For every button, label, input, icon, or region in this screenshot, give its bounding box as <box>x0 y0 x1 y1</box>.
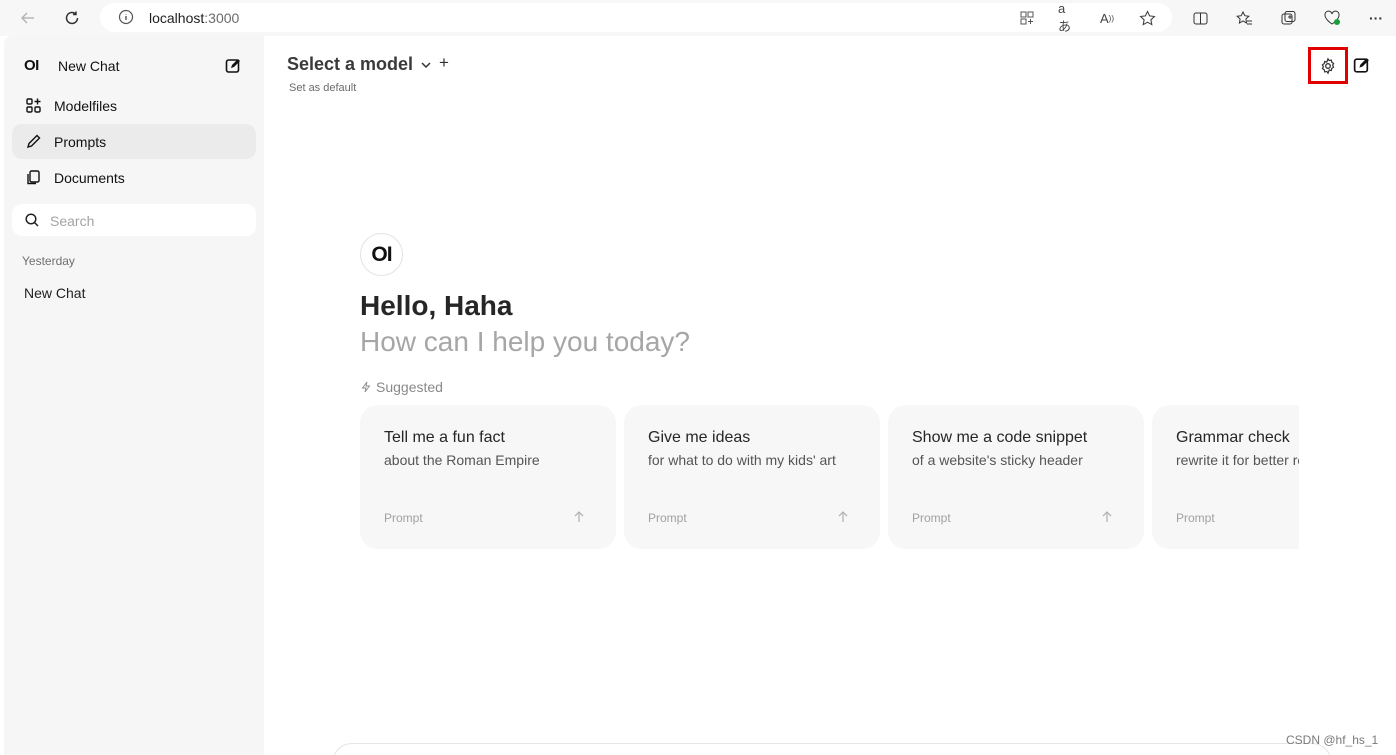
set-default-link[interactable]: Set as default <box>289 82 356 94</box>
sidebar-item-label: Prompts <box>54 134 107 150</box>
favorite-star-icon[interactable] <box>1138 9 1156 27</box>
suggestion-card[interactable]: Tell me a fun fact about the Roman Empir… <box>360 405 616 549</box>
open-webui-app: OI New Chat Modelfiles Prompts Documents… <box>4 36 1396 755</box>
sidebar-item-documents[interactable]: Documents <box>12 160 256 195</box>
suggestion-title: Give me ideas <box>648 429 751 446</box>
suggestion-tag: Prompt <box>1176 511 1215 525</box>
lightning-icon <box>361 381 371 393</box>
app-available-icon[interactable] <box>1018 9 1036 27</box>
suggestion-tag: Prompt <box>912 511 951 525</box>
reload-button[interactable] <box>60 6 84 30</box>
documents-icon <box>27 170 40 185</box>
arrow-up-icon <box>838 511 848 522</box>
translate-icon[interactable]: aあ <box>1058 1 1076 34</box>
collections-icon[interactable] <box>1277 7 1299 29</box>
message-input[interactable] <box>332 743 1332 755</box>
split-screen-icon[interactable] <box>1189 7 1211 29</box>
suggestion-subtitle: rewrite it for better readability <box>1176 452 1299 468</box>
suggestion-title: Show me a code snippet <box>912 429 1088 446</box>
suggestion-title: Grammar check <box>1176 429 1290 446</box>
favorites-icon[interactable] <box>1233 7 1255 29</box>
pencil-icon <box>26 134 41 149</box>
suggestion-subtitle: of a website's sticky header <box>912 452 1083 468</box>
logo-mini: OI <box>24 57 39 74</box>
search-input[interactable]: Search <box>12 204 256 236</box>
sidebar-item-modelfiles[interactable]: Modelfiles <box>12 88 256 123</box>
back-arrow-icon <box>20 12 34 24</box>
modelfiles-icon <box>26 98 41 113</box>
site-info-icon[interactable] <box>118 9 134 30</box>
sidebar-item-prompts[interactable]: Prompts <box>12 124 256 159</box>
browser-toolbar: localhost:3000 aあ A)) ··· <box>0 0 1396 36</box>
search-icon <box>25 213 39 227</box>
read-aloud-icon[interactable]: A)) <box>1098 9 1116 27</box>
new-chat-button[interactable]: OI New Chat <box>12 50 256 82</box>
browser-essentials-icon[interactable] <box>1321 7 1343 29</box>
app-logo: OI <box>360 233 403 276</box>
arrow-up-icon <box>574 511 584 522</box>
model-selector-label: Select a model <box>287 54 414 74</box>
compose-icon[interactable] <box>224 57 242 75</box>
suggestion-subtitle: about the Roman Empire <box>384 452 540 468</box>
greeting-heading: Hello, Haha <box>360 290 513 321</box>
sidebar-item-label: Modelfiles <box>54 98 118 114</box>
suggestion-cards: Tell me a fun fact about the Roman Empir… <box>360 405 1299 549</box>
chat-history-item[interactable]: New Chat <box>24 285 85 301</box>
chevron-down-icon[interactable] <box>419 58 433 72</box>
suggestion-card[interactable]: Show me a code snippet of a website's st… <box>888 405 1144 549</box>
url-text: localhost:3000 <box>149 10 240 26</box>
arrow-up-icon <box>1102 511 1112 522</box>
suggestion-tag: Prompt <box>648 511 687 525</box>
new-chat-edit-button[interactable] <box>1350 54 1372 76</box>
settings-button[interactable] <box>1308 47 1348 84</box>
model-selector[interactable]: Select a model + <box>287 53 449 75</box>
compose-icon <box>1353 57 1369 73</box>
sidebar-item-label: Documents <box>54 170 125 186</box>
back-button[interactable] <box>16 6 40 30</box>
suggestion-subtitle: for what to do with my kids' art <box>648 452 836 468</box>
gear-icon <box>1321 56 1335 75</box>
search-placeholder: Search <box>50 213 95 229</box>
address-bar[interactable]: localhost:3000 aあ A)) <box>100 1 1172 34</box>
suggestion-card[interactable]: Give me ideas for what to do with my kid… <box>624 405 880 549</box>
new-chat-label: New Chat <box>58 58 120 74</box>
chat-group-label: Yesterday <box>22 254 75 268</box>
greeting-subtitle: How can I help you today? <box>360 326 690 357</box>
watermark: CSDN @hf_hs_1 <box>1286 733 1379 747</box>
main-panel: Select a model + Set as default OI Hello… <box>264 36 1396 755</box>
more-options-icon[interactable]: ··· <box>1365 7 1387 29</box>
suggestion-card[interactable]: Grammar check rewrite it for better read… <box>1152 405 1299 549</box>
add-model-button[interactable]: + <box>439 53 449 73</box>
suggested-label: Suggested <box>360 379 443 395</box>
suggestion-tag: Prompt <box>384 511 423 525</box>
suggestion-title: Tell me a fun fact <box>384 429 505 446</box>
sidebar: OI New Chat Modelfiles Prompts Documents… <box>4 36 264 755</box>
reload-icon <box>65 11 79 25</box>
